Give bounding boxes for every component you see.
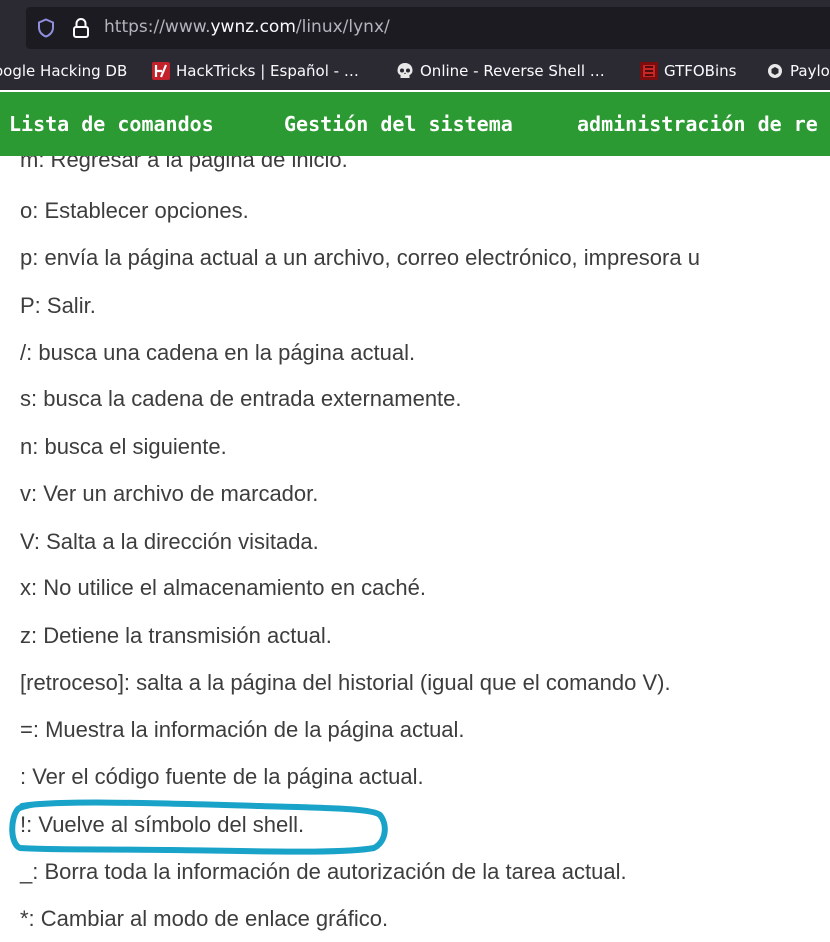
nav-item-gestion-del-sistema[interactable]: Gestión del sistema xyxy=(284,112,513,136)
list-item: /: busca una cadena en la página actual. xyxy=(20,340,416,365)
nav-item-administracion[interactable]: administración de re xyxy=(577,112,818,136)
list-item: : Ver el código fuente de la página actu… xyxy=(20,764,424,789)
payloads-icon xyxy=(768,64,782,78)
browser-toolbar: https://www.ywnz.com/linux/lynx/ xyxy=(0,0,830,56)
site-nav: Lista de comandos Gestión del sistema ad… xyxy=(0,92,830,156)
list-item: *: Cambiar al modo de enlace gráfico. xyxy=(20,906,389,931)
bookmark-label: GTFOBins xyxy=(664,62,737,80)
bookmark-payloads[interactable]: Paylo xyxy=(766,62,830,80)
list-item: n: busca el siguiente. xyxy=(20,434,227,459)
list-item: P: Salir. xyxy=(20,293,96,318)
list-item: =: Muestra la información de la página a… xyxy=(20,717,465,742)
list-item: V: Salta a la dirección visitada. xyxy=(20,529,319,554)
bookmark-reverse-shell[interactable]: Online - Reverse Shell … xyxy=(396,62,605,80)
bookmark-google-hacking-db[interactable]: oogle Hacking DB xyxy=(0,62,127,80)
url-prefix: https://www. xyxy=(104,17,211,37)
list-item: [retroceso]: salta a la página del histo… xyxy=(20,670,671,695)
bookmark-label: Paylo xyxy=(790,62,830,80)
bookmark-label: HackTricks | Español - … xyxy=(176,62,359,80)
shield-icon[interactable] xyxy=(36,18,56,38)
list-item: o: Establecer opciones. xyxy=(20,198,249,223)
lock-icon[interactable] xyxy=(72,17,90,39)
list-item: _: Borra toda la información de autoriza… xyxy=(20,859,627,884)
bookmarks-toolbar: oogle Hacking DB HackTricks | Español - … xyxy=(0,56,830,90)
bookmark-label: Online - Reverse Shell … xyxy=(420,62,605,80)
list-item: m: Regresar a la página de inicio. xyxy=(20,156,348,172)
list-item: z: Detiene la transmisión actual. xyxy=(20,623,332,648)
gtfobins-icon xyxy=(640,62,658,80)
nav-item-lista-de-comandos[interactable]: Lista de comandos xyxy=(9,112,214,136)
list-item: x: No utilice el almacenamiento en caché… xyxy=(20,575,426,600)
bookmark-gtfobins[interactable]: GTFOBins xyxy=(640,62,736,80)
bookmark-hacktricks[interactable]: HackTricks | Español - … xyxy=(152,62,359,80)
url-domain: ywnz.com xyxy=(210,17,296,37)
list-item: p: envía la página actual a un archivo, … xyxy=(20,245,700,270)
hacktricks-icon xyxy=(152,62,170,80)
bookmark-label: oogle Hacking DB xyxy=(0,62,128,80)
address-bar[interactable]: https://www.ywnz.com/linux/lynx/ xyxy=(26,7,830,49)
command-list: m: Regresar a la página de inicio. o: Es… xyxy=(0,156,830,942)
list-item-highlighted: !: Vuelve al símbolo del shell. xyxy=(20,812,305,837)
list-item: s: busca la cadena de entrada externamen… xyxy=(20,386,462,411)
url-text[interactable]: https://www.ywnz.com/linux/lynx/ xyxy=(104,17,390,37)
skull-icon xyxy=(397,63,413,78)
list-item: v: Ver un archivo de marcador. xyxy=(20,481,319,506)
url-path: /linux/lynx/ xyxy=(295,17,390,37)
